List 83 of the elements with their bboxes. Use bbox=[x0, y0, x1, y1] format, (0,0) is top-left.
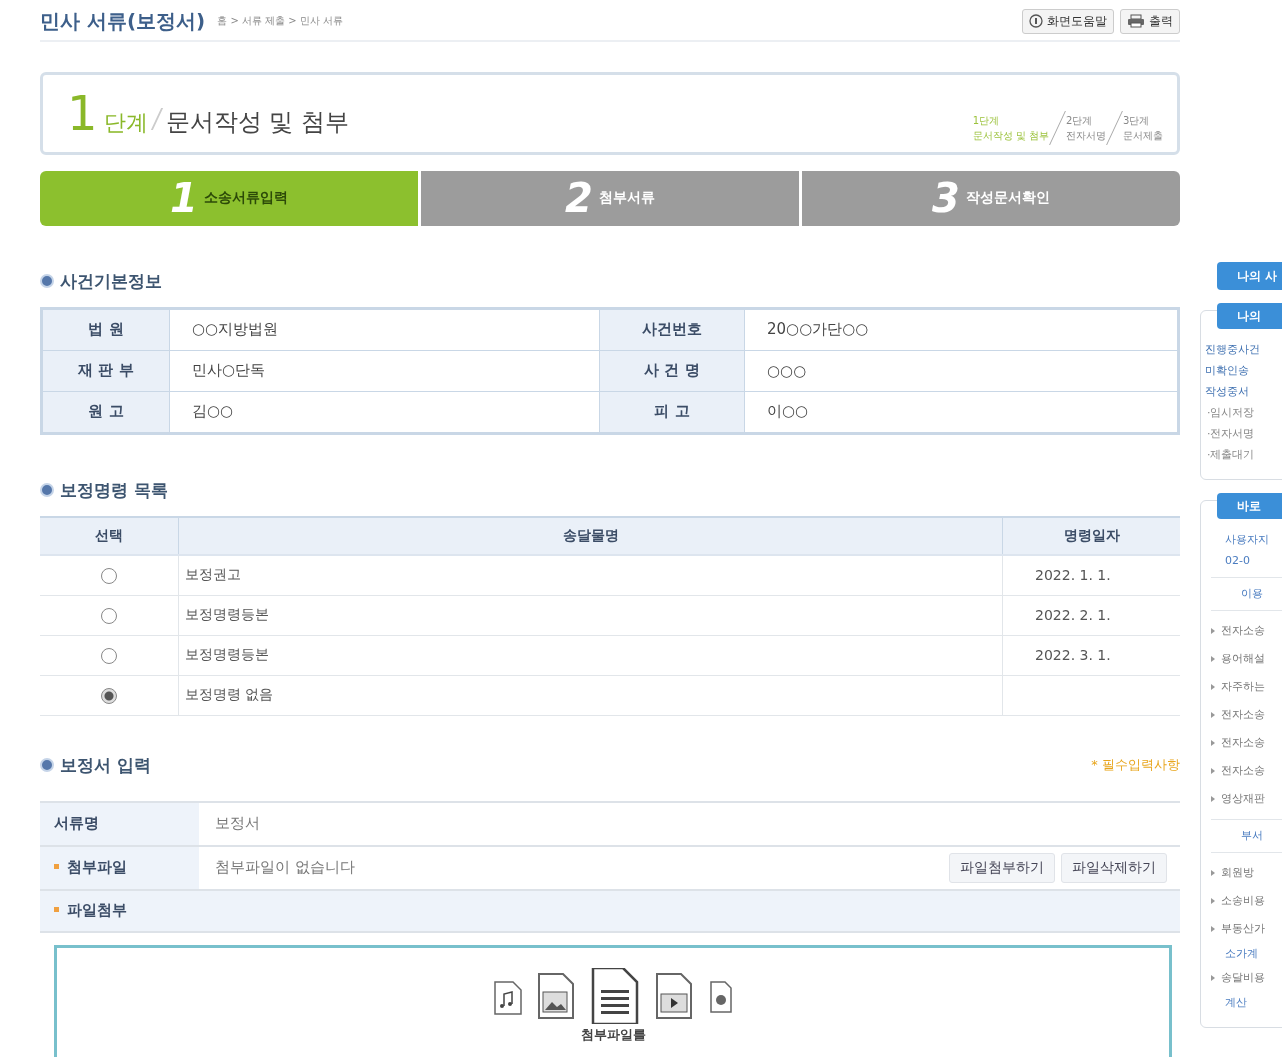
file-button[interactable]: 파일삭제하기 bbox=[1061, 852, 1167, 883]
field-label: 법 원 bbox=[41, 308, 170, 351]
section-title: 보정서 입력 bbox=[60, 753, 151, 777]
sidebar-heading: 부서 bbox=[1241, 828, 1263, 844]
field-value: 민사○단독 bbox=[169, 350, 600, 392]
section-title: 보정명령 목록 bbox=[60, 478, 168, 502]
sidebar-link[interactable]: 전자소송 bbox=[1221, 617, 1265, 645]
file-button[interactable]: 파일첨부하기 bbox=[949, 852, 1055, 883]
table-cell: 보정명령 없음 bbox=[185, 686, 274, 703]
sidebar-link[interactable]: 송달비용 bbox=[1221, 964, 1265, 992]
field-label: 피 고 bbox=[599, 391, 745, 434]
help-button[interactable]: 화면도움말 bbox=[1022, 8, 1114, 34]
bullet-icon bbox=[40, 274, 54, 289]
field-label: 재 판 부 bbox=[41, 350, 170, 392]
sidebar-link[interactable]: ·전자서명 bbox=[1207, 423, 1255, 444]
sidebar-link[interactable]: 용어해설 bbox=[1221, 645, 1265, 673]
table-cell: 2022. 3. 1. bbox=[1035, 647, 1111, 664]
radio-button[interactable] bbox=[101, 647, 117, 664]
sidebar-link[interactable]: 회원방 bbox=[1221, 859, 1254, 887]
required-note: * 필수입력사항 bbox=[1091, 756, 1180, 775]
sidebar-link[interactable]: 전자소송 bbox=[1221, 701, 1265, 729]
sidebar-link[interactable]: 영상재판 bbox=[1221, 785, 1265, 813]
field-value: ○○지방법원 bbox=[169, 308, 600, 351]
sidebar-heading: 이용 bbox=[1241, 586, 1263, 602]
breadcrumb: 홈 > 서류 제출 > 민사 서류 bbox=[217, 14, 344, 29]
field-value: 첨부파일이 없습니다 bbox=[215, 858, 355, 878]
panel-header: 바로 bbox=[1217, 493, 1282, 519]
sidebar-link[interactable]: 진행중사건 bbox=[1205, 339, 1260, 360]
section-title: 사건기본정보 bbox=[60, 269, 162, 293]
panel-header: 나의 bbox=[1217, 303, 1282, 329]
radio-button[interactable] bbox=[101, 567, 117, 584]
field-value: 보정서 bbox=[199, 801, 1180, 846]
print-button[interactable]: 출력 bbox=[1120, 8, 1180, 34]
step-unit: 단계 bbox=[103, 109, 148, 137]
sidebar-link[interactable]: 자주하는 bbox=[1221, 673, 1265, 701]
printer-icon bbox=[1127, 14, 1145, 29]
triangle-icon bbox=[1211, 768, 1215, 774]
sidebar-link[interactable]: 전자소송 bbox=[1221, 729, 1265, 757]
file-drop-area[interactable]: 첨부파일를 bbox=[54, 944, 1172, 1057]
column-header: 명령일자 bbox=[1002, 516, 1180, 555]
sidebar-link[interactable]: 부동산가 bbox=[1221, 915, 1265, 943]
sidebar-link[interactable]: 미확인송 bbox=[1205, 360, 1249, 381]
table-cell: 2022. 1. 1. bbox=[1035, 567, 1111, 584]
sidebar-link[interactable]: 작성중서 bbox=[1205, 381, 1249, 402]
triangle-icon bbox=[1211, 712, 1215, 718]
bullet-icon bbox=[40, 758, 54, 773]
triangle-icon bbox=[1211, 628, 1215, 634]
triangle-icon bbox=[1211, 975, 1215, 981]
sidebar-link[interactable]: 소송비용 bbox=[1221, 887, 1265, 915]
radio-button[interactable] bbox=[101, 687, 117, 704]
sidebar-button[interactable]: 나의 사 bbox=[1217, 262, 1282, 290]
table-cell: 보정권고 bbox=[185, 566, 241, 583]
drop-label: 첨부파일를 bbox=[579, 1025, 647, 1044]
help-icon bbox=[1029, 14, 1043, 29]
field-label: 첨부파일 bbox=[67, 858, 127, 877]
radio-button[interactable] bbox=[101, 607, 117, 624]
field-label: 사건번호 bbox=[599, 308, 745, 351]
column-header: 선택 bbox=[40, 516, 179, 555]
field-label: 사 건 명 bbox=[599, 350, 745, 392]
triangle-icon bbox=[1211, 870, 1215, 876]
step-title: 문서작성 및 첨부 bbox=[165, 107, 349, 138]
field-label: 서류명 bbox=[40, 801, 199, 846]
table-cell: 보정명령등본 bbox=[185, 646, 269, 663]
table-cell: 보정명령등본 bbox=[185, 606, 269, 623]
page-title: 민사 서류(보정서) bbox=[40, 7, 206, 35]
field-label: 파일첨부 bbox=[67, 901, 127, 920]
triangle-icon bbox=[1211, 740, 1215, 746]
field-label: 원 고 bbox=[41, 391, 170, 434]
triangle-icon bbox=[1211, 796, 1215, 802]
step-indicator: 3단계 문서제출 bbox=[1123, 114, 1163, 144]
step-indicator: 2단계 전자서명 bbox=[1066, 114, 1106, 144]
column-header: 송달물명 bbox=[178, 516, 1003, 555]
sidebar-link[interactable]: ·제출대기 bbox=[1207, 444, 1255, 465]
triangle-icon bbox=[1211, 926, 1215, 932]
sidebar-link[interactable]: 전자소송 bbox=[1221, 757, 1265, 785]
step-indicator: 1단계 문서작성 및 첨부 bbox=[972, 114, 1049, 144]
sidebar-link[interactable]: ·임시저장 bbox=[1207, 402, 1255, 423]
step-number: 1 bbox=[67, 89, 98, 137]
triangle-icon bbox=[1211, 898, 1215, 904]
triangle-icon bbox=[1211, 684, 1215, 690]
table-cell: 2022. 2. 1. bbox=[1035, 607, 1111, 624]
bullet-icon bbox=[40, 483, 54, 498]
triangle-icon bbox=[1211, 656, 1215, 662]
